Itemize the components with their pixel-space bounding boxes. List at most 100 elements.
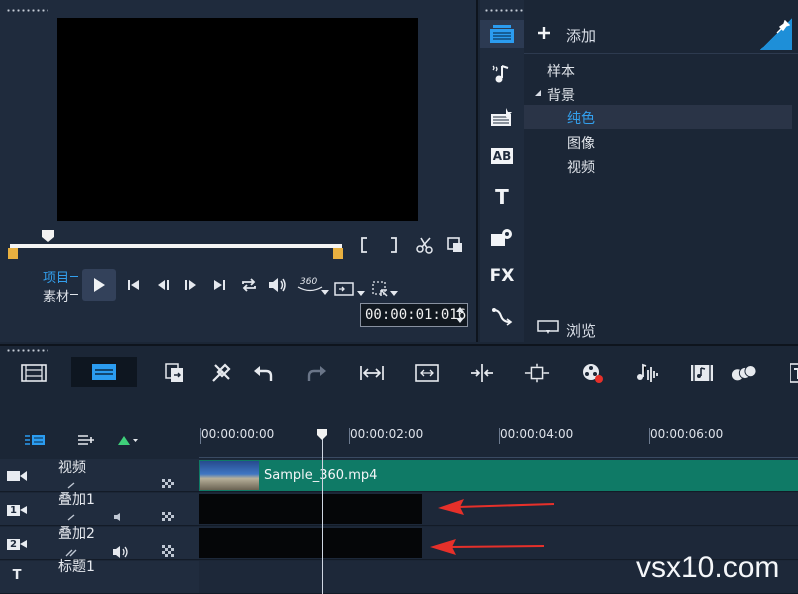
play-button[interactable] — [82, 269, 116, 301]
chevron-down-icon[interactable] — [357, 291, 365, 297]
instant-project-tab[interactable] — [480, 103, 524, 131]
graphics-icon — [491, 229, 512, 246]
auto-music-button[interactable] — [689, 361, 715, 385]
playhead-handle[interactable] — [316, 428, 328, 441]
mark-out-button[interactable] — [383, 234, 405, 256]
prev-frame-button[interactable] — [153, 274, 175, 296]
filmstrip-view-button[interactable] — [21, 361, 47, 385]
player-grip[interactable] — [6, 9, 48, 12]
volume-icon[interactable] — [112, 545, 130, 559]
divider — [524, 53, 798, 54]
link-icon[interactable] — [66, 514, 76, 522]
tree-selection — [524, 105, 792, 129]
show-all-tracks-icon[interactable] — [24, 434, 46, 446]
track-manager-button[interactable] — [524, 361, 550, 385]
scrub-thumb[interactable] — [41, 229, 55, 243]
audio-tab[interactable] — [480, 60, 524, 88]
tree-item-video[interactable]: 视频 — [567, 157, 595, 177]
mixer-button[interactable] — [580, 361, 606, 385]
expand-arrow-icon[interactable] — [534, 89, 542, 97]
undo-button[interactable] — [250, 361, 276, 385]
track-manager-icon[interactable] — [77, 434, 95, 446]
next-frame-icon — [185, 280, 196, 290]
aspect-ratio-button[interactable] — [333, 278, 355, 300]
fit-timeline-button[interactable] — [359, 361, 385, 385]
checker-icon[interactable] — [162, 479, 174, 489]
filter-tab[interactable]: FX — [480, 262, 524, 290]
volume-icon[interactable] — [113, 513, 127, 521]
tools-button[interactable] — [208, 361, 234, 385]
clip-thumbnail — [200, 461, 259, 490]
tree-item-solid-color[interactable]: 纯色 — [567, 108, 595, 128]
export-button[interactable] — [162, 361, 188, 385]
title-track-icon: T — [12, 567, 22, 583]
media-library-tab[interactable] — [480, 20, 524, 48]
multicam-button[interactable] — [731, 361, 757, 385]
browse-label[interactable]: 浏览 — [566, 320, 596, 341]
ruler-label: 00:00:00:00 — [201, 427, 275, 441]
trim-end-marker[interactable] — [333, 248, 343, 259]
tree-item-image[interactable]: 图像 — [567, 133, 595, 153]
trim-start-marker[interactable] — [8, 248, 18, 259]
crop-button[interactable] — [369, 278, 391, 300]
watermark: vsx10.com — [636, 551, 780, 584]
timecode-spinner[interactable] — [454, 305, 466, 325]
title-track-button[interactable] — [784, 361, 798, 385]
transition-tab[interactable]: AB — [480, 142, 524, 170]
graphics-tab[interactable] — [480, 223, 524, 251]
chevron-down-icon[interactable] — [390, 291, 398, 297]
checker-icon[interactable] — [162, 512, 174, 522]
go-end-button[interactable] — [209, 274, 231, 296]
sound-mixer-button[interactable] — [634, 361, 660, 385]
chevron-down-icon[interactable] — [321, 290, 329, 296]
title-tab[interactable]: T — [480, 183, 524, 211]
browse-folder-icon[interactable] — [537, 320, 559, 336]
track-header-title1[interactable]: T 标题1 — [0, 559, 199, 594]
path-tab[interactable] — [480, 302, 524, 330]
track-name: 标题1 — [58, 559, 95, 575]
link-icon[interactable] — [64, 548, 78, 558]
split-arrows-icon — [471, 364, 493, 382]
undo-icon — [254, 366, 273, 381]
link-icon[interactable] — [66, 482, 76, 490]
overlay-track-number: 2 — [7, 538, 20, 550]
checker-icon[interactable] — [162, 545, 174, 557]
split-track-button[interactable] — [469, 361, 495, 385]
overlay-track-icon: 2 — [6, 536, 28, 552]
timeline-view-icon — [92, 364, 116, 380]
black-overlay-clip[interactable] — [199, 494, 422, 524]
redo-icon — [307, 366, 326, 381]
add-label[interactable]: 添加 — [566, 25, 596, 46]
timeline-grip[interactable] — [6, 349, 48, 352]
timecode-display[interactable]: 00:00:01:016 — [360, 303, 468, 327]
title-icon: T — [495, 185, 509, 209]
scrub-bar[interactable] — [10, 244, 342, 248]
mark-in-button[interactable] — [353, 234, 375, 256]
pin-button[interactable] — [760, 18, 792, 50]
snapshot-icon — [447, 237, 462, 252]
add-folder-button[interactable] — [537, 25, 551, 44]
split-clip-button[interactable] — [414, 234, 436, 256]
black-overlay-clip[interactable] — [199, 528, 422, 558]
tree-item-samples[interactable]: 样本 — [547, 61, 575, 81]
next-frame-button[interactable] — [179, 274, 201, 296]
fit-project-button[interactable] — [414, 361, 440, 385]
snapshot-button[interactable] — [444, 234, 466, 256]
playhead-line[interactable] — [322, 438, 323, 594]
record-capture-icon — [583, 364, 603, 383]
project-mode-label[interactable]: 项目 — [43, 267, 69, 286]
storyboard-view-button[interactable] — [71, 357, 137, 387]
tree-item-backgrounds[interactable]: 背景 — [547, 85, 575, 105]
play-icon — [94, 278, 105, 292]
volume-button[interactable] — [267, 274, 289, 296]
clip-mode-label[interactable]: 素材 — [43, 286, 69, 305]
library-grip[interactable] — [484, 9, 526, 12]
add-chapter-icon[interactable] — [117, 434, 139, 446]
go-start-icon — [128, 280, 139, 290]
ruler-label: 00:00:04:00 — [500, 427, 574, 441]
repeat-button[interactable] — [238, 274, 260, 296]
volume-icon — [269, 278, 286, 292]
go-start-button[interactable] — [122, 274, 144, 296]
redo-button[interactable] — [304, 361, 330, 385]
camera-wedge-icon — [19, 506, 27, 514]
